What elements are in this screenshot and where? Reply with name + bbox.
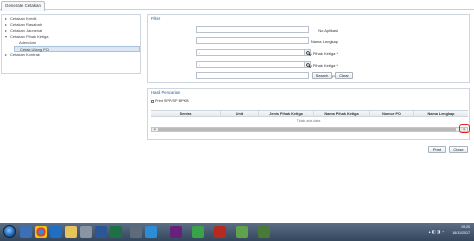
excel-icon[interactable] (110, 226, 122, 238)
print-spp-checkbox[interactable] (151, 99, 154, 103)
app2-icon[interactable] (130, 226, 142, 238)
filezilla-icon[interactable] (214, 226, 226, 238)
scroll-left-icon[interactable]: ◂ (152, 127, 157, 131)
search-button[interactable]: Search (312, 72, 332, 79)
filter-panel: Filter No Aplikasi Nama Lengkap Jenis Pi… (147, 14, 470, 83)
column-header-nama-pihak-ketiga[interactable]: Nama Pihak Ketiga (314, 111, 370, 117)
app4-icon[interactable] (192, 226, 204, 238)
search-icon (305, 62, 311, 68)
nama-pihak-ketiga-field[interactable]: - (196, 61, 309, 68)
column-header-jenis-pihak-ketiga[interactable]: Jenis Pihak Ketiga (259, 111, 314, 117)
filter-title: Filter (151, 16, 161, 21)
empty-results-text: Tidak ada data (296, 119, 321, 123)
column-header-sentra[interactable]: Sentra (151, 111, 221, 117)
app5-icon[interactable] (236, 226, 248, 238)
label-no-aplikasi: No Aplikasi (318, 28, 338, 33)
nama-pihak-ketiga-search-button[interactable] (304, 61, 311, 68)
highlight-annotation (459, 124, 470, 133)
report-tree: ▸ Cetakan Kredit ▸ Cetakan Rasabah ▸ Cetaka… (1, 14, 141, 74)
column-header-nomor-po[interactable]: Nomor PO (370, 111, 414, 117)
label-nama-lengkap: Nama Lengkap (310, 39, 338, 44)
print-spp-checkbox-row[interactable]: Print SPP/SP BPKB (151, 99, 189, 103)
outlook-icon[interactable] (50, 226, 62, 238)
print-button[interactable]: Print (428, 146, 446, 153)
system-tray-icons[interactable]: ▴ ◧ ◨ ◔ (429, 229, 444, 234)
app-icon[interactable] (80, 226, 92, 238)
results-horizontal-scrollbar[interactable]: ◂ ▸ (151, 127, 468, 132)
clear-button[interactable]: Clear (335, 72, 353, 79)
file-explorer-icon[interactable] (65, 226, 77, 238)
visual-studio-icon[interactable] (170, 226, 182, 238)
column-header-unit[interactable]: Unit (221, 111, 259, 117)
clock[interactable]: 19:20 16/11/2017 (452, 225, 470, 236)
results-panel: Hasil Pencarian Print SPP/SP BPKB Sentra… (147, 88, 470, 140)
nomor-po-input[interactable] (196, 72, 309, 79)
chrome-icon[interactable] (35, 226, 47, 238)
no-aplikasi-input[interactable] (196, 26, 309, 33)
search-icon (305, 50, 311, 56)
nama-lengkap-input[interactable] (196, 37, 309, 44)
tab-generate-cetakan[interactable]: Generate Cetakan (1, 1, 45, 11)
clock-date: 16/11/2017 (452, 230, 470, 235)
windows-taskbar: ▴ ◧ ◨ ◔ 19:20 16/11/2017 (0, 223, 474, 241)
results-title: Hasil Pencarian (151, 90, 181, 95)
column-header-nama-lengkap[interactable]: Nama Lengkap (414, 111, 468, 117)
jenis-pihak-ketiga-field[interactable]: - (196, 49, 309, 56)
tree-item-cetakan-kontrak[interactable]: ▸ Cetakan Kontrak (5, 52, 40, 58)
app6-icon[interactable] (258, 226, 270, 238)
jenis-pihak-ketiga-search-button[interactable] (304, 49, 311, 56)
results-grid-header: Sentra Unit Jenis Pihak Ketiga Nama Piha… (151, 110, 468, 117)
close-button[interactable]: Close (449, 146, 468, 153)
app3-icon[interactable] (145, 226, 157, 238)
word-icon[interactable] (95, 226, 107, 238)
scrollbar-thumb[interactable] (158, 128, 456, 131)
ie-icon[interactable] (20, 226, 32, 238)
tab-bar: Generate Cetakan (0, 0, 474, 11)
windows-start-button[interactable] (3, 225, 16, 238)
